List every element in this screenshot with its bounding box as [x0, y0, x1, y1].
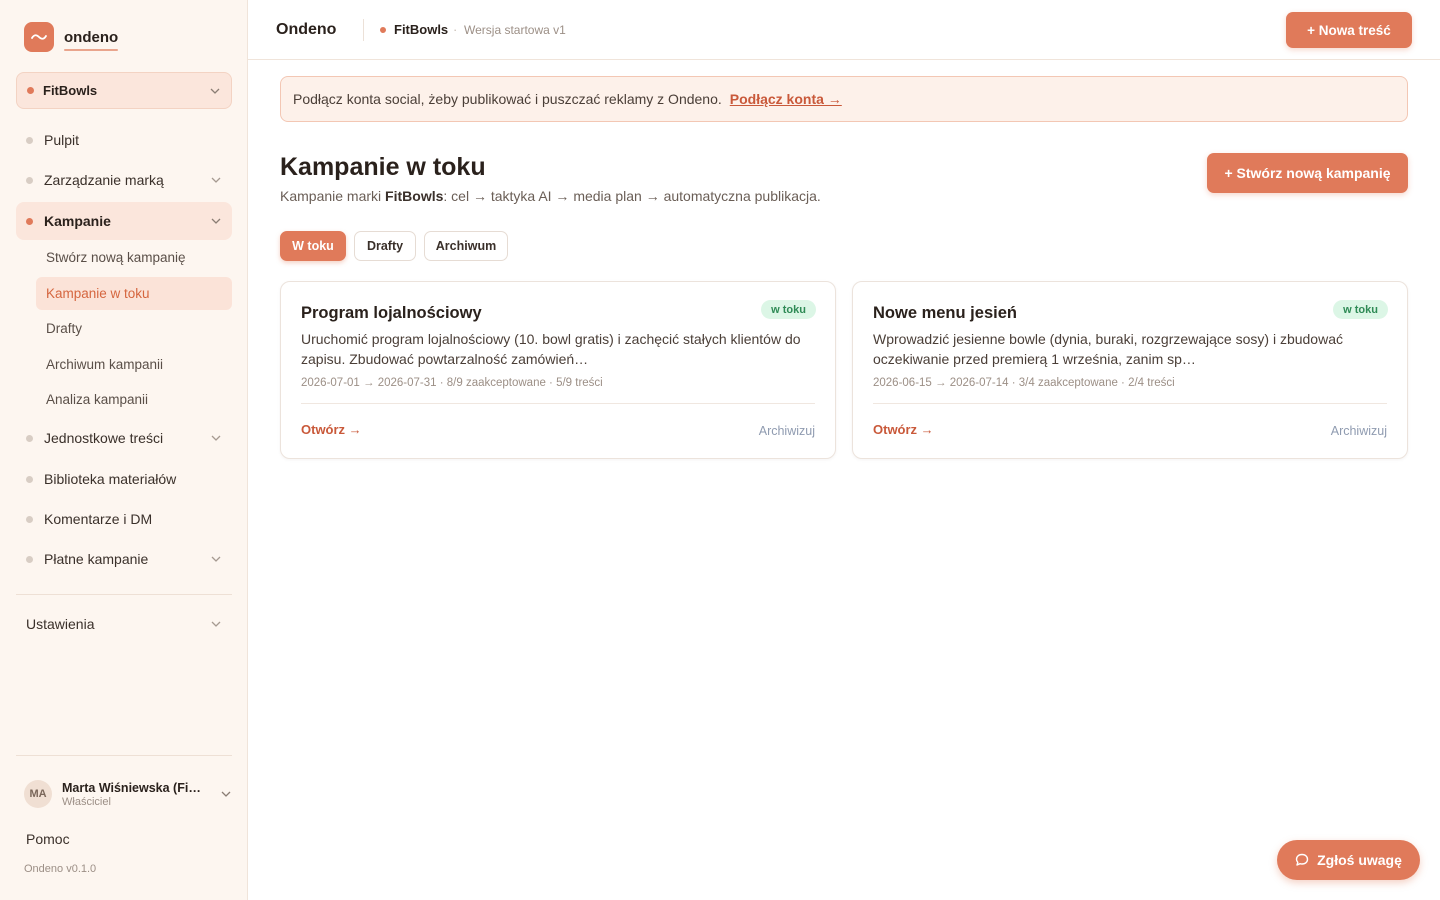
brand-select-label: FitBowls — [43, 83, 98, 98]
topbar-divider — [363, 19, 364, 41]
dot-icon — [26, 136, 33, 144]
dot-icon — [26, 176, 33, 184]
user-menu[interactable]: MA Marta Wiśniewska (FitBowls) Właścicie… — [24, 779, 232, 809]
tab-in-progress[interactable]: W toku — [280, 231, 346, 261]
app-title: Ondeno — [276, 21, 337, 38]
sidebar-item-label: Kampanie — [44, 213, 111, 229]
report-feedback-label: Zgłoś uwagę — [1317, 852, 1402, 868]
open-campaign-link[interactable]: Otwórz → — [873, 422, 934, 437]
subtitle-prefix: Kampanie marki — [280, 188, 386, 204]
campaign-card: Program lojalnościowy w toku Uruchomić p… — [280, 281, 836, 459]
sidebar-item-paid-campaigns[interactable]: Płatne kampanie — [16, 540, 232, 578]
sidebar-item-label: Jednostkowe treści — [44, 430, 164, 446]
sidebar-item-label: Zarządzanie marką — [44, 172, 164, 188]
sidebar-subitem-campaign-archive[interactable]: Archiwum kampanii — [36, 348, 232, 381]
sidebar-item-brand-management[interactable]: Zarządzanie marką — [16, 161, 232, 199]
brand-dot-icon — [380, 27, 386, 33]
archive-campaign-button[interactable]: Archiwizuj — [1331, 424, 1387, 438]
status-badge: w toku — [1333, 300, 1388, 319]
dot-icon — [26, 475, 33, 483]
logo-text: ondeno — [64, 28, 119, 51]
sidebar-divider — [16, 594, 232, 595]
sidebar-item-campaigns[interactable]: Kampanie — [16, 202, 232, 240]
sidebar-item-label: Komentarze i DM — [44, 511, 153, 527]
subtitle-suffix: : cel → taktyka AI → media plan → automa… — [443, 188, 821, 204]
new-content-button[interactable]: + Nowa treść — [1286, 12, 1412, 48]
chevron-down-icon — [210, 174, 222, 186]
brand-dot-icon — [27, 87, 34, 94]
chevron-down-icon — [210, 215, 222, 227]
chevron-down-icon — [210, 618, 222, 630]
app-version: Ondeno v0.1.0 — [24, 863, 97, 875]
campaign-description: Wprowadzić jesienne bowle (dynia, buraki… — [873, 331, 1343, 367]
sidebar-divider — [16, 755, 232, 756]
campaign-card: Nowe menu jesień w toku Wprowadzić jesie… — [852, 281, 1408, 459]
breadcrumb-version: Wersja startowa v1 — [464, 23, 566, 37]
campaign-description: Uruchomić program lojalnościowy (10. bow… — [301, 331, 801, 367]
sidebar-item-pulpit[interactable]: Pulpit — [16, 121, 232, 159]
sidebar-item-label: Płatne kampanie — [44, 551, 149, 567]
sidebar-item-materials-library[interactable]: Biblioteka materiałów — [16, 460, 232, 498]
dot-icon — [26, 515, 33, 523]
wave-logo-icon — [24, 22, 54, 52]
help-link[interactable]: Pomoc — [26, 831, 70, 847]
user-info: Marta Wiśniewska (FitBowls) Właściciel — [62, 781, 220, 808]
chevron-down-icon — [220, 788, 232, 800]
sidebar-subitem-drafts[interactable]: Drafty — [36, 312, 232, 345]
subtitle-brand: FitBowls — [385, 188, 444, 204]
dot-icon — [26, 555, 33, 563]
page-subtitle: Kampanie marki FitBowls: cel → taktyka A… — [280, 188, 821, 204]
sidebar-item-comments-dm[interactable]: Komentarze i DM — [16, 500, 232, 538]
sidebar: ondeno FitBowls Pulpit Zarządzanie marką… — [0, 0, 248, 900]
campaign-meta: 2026-07-01 → 2026-07-31 · 8/9 zaakceptow… — [301, 377, 603, 389]
card-divider — [873, 403, 1387, 404]
sidebar-item-label: Ustawienia — [26, 616, 95, 632]
page-title: Kampanie w toku — [280, 153, 486, 181]
connect-accounts-link[interactable]: Podłącz konta → — [730, 91, 842, 107]
sidebar-subitem-campaigns-in-progress[interactable]: Kampanie w toku — [36, 277, 232, 310]
sidebar-subitem-campaign-analysis[interactable]: Analiza kampanii — [36, 383, 232, 416]
chat-bubble-icon — [1295, 853, 1309, 866]
avatar: MA — [24, 780, 52, 808]
banner-text: Podłącz konta social, żeby publikować i … — [293, 91, 722, 107]
chevron-down-icon — [210, 553, 222, 565]
connect-accounts-banner: Podłącz konta social, żeby publikować i … — [280, 76, 1408, 122]
user-name: Marta Wiśniewska (FitBowls) — [62, 780, 202, 795]
open-campaign-link[interactable]: Otwórz → — [301, 422, 362, 437]
status-badge: w toku — [761, 300, 816, 319]
tab-drafts[interactable]: Drafty — [354, 231, 416, 261]
card-divider — [301, 403, 815, 404]
dot-icon — [26, 434, 33, 442]
tab-archive[interactable]: Archiwum — [424, 231, 508, 261]
sidebar-item-single-content[interactable]: Jednostkowe treści — [16, 419, 232, 457]
archive-campaign-button[interactable]: Archiwizuj — [759, 424, 815, 438]
chevron-down-icon — [209, 85, 221, 97]
topbar: Ondeno FitBowls · Wersja startowa v1 + N… — [248, 0, 1440, 60]
chevron-down-icon — [210, 432, 222, 444]
breadcrumb-separator: · — [453, 22, 458, 37]
dot-icon — [26, 217, 33, 225]
sidebar-subitem-create-campaign[interactable]: Stwórz nową kampanię — [36, 241, 232, 274]
sidebar-item-label: Biblioteka materiałów — [44, 471, 177, 487]
brand-select[interactable]: FitBowls — [16, 72, 232, 109]
create-campaign-button[interactable]: + Stwórz nową kampanię — [1207, 153, 1408, 193]
campaign-title: Nowe menu jesień — [873, 304, 1017, 322]
logo[interactable]: ondeno — [24, 22, 119, 52]
sidebar-item-label: Pulpit — [44, 132, 80, 148]
campaign-meta: 2026-06-15 → 2026-07-14 · 3/4 zaakceptow… — [873, 377, 1175, 389]
report-feedback-button[interactable]: Zgłoś uwagę — [1277, 840, 1420, 880]
sidebar-item-settings[interactable]: Ustawienia — [16, 605, 232, 643]
breadcrumb-brand[interactable]: FitBowls — [394, 22, 448, 37]
campaign-title: Program lojalnościowy — [301, 304, 482, 322]
user-role: Właściciel — [62, 795, 111, 808]
